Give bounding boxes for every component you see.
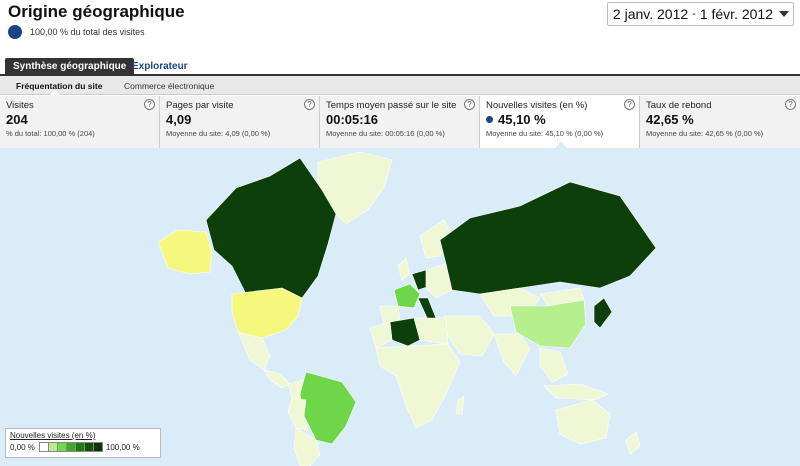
help-icon[interactable]: ? bbox=[144, 99, 155, 110]
world-map[interactable] bbox=[0, 148, 800, 466]
segment-summary-text: 100,00 % du total des visites bbox=[30, 27, 145, 37]
map-country-north-africa[interactable] bbox=[369, 321, 393, 349]
metric-label: Taux de rebond bbox=[646, 100, 712, 111]
metric-taux-de-rebond[interactable]: Taux de rebond 42,65 % Moyenne du site: … bbox=[640, 96, 800, 148]
map-country-australia[interactable] bbox=[555, 399, 611, 445]
help-icon[interactable]: ? bbox=[785, 99, 796, 110]
map-country-sub-saharan-africa[interactable] bbox=[375, 343, 461, 429]
metric-temps-moyen[interactable]: Temps moyen passé sur le site 00:05:16 M… bbox=[320, 96, 480, 148]
map-country-india[interactable] bbox=[493, 333, 531, 377]
help-icon[interactable]: ? bbox=[464, 99, 475, 110]
world-map-svg bbox=[157, 151, 657, 466]
metric-value: 45,10 % bbox=[498, 112, 546, 127]
map-country-canada[interactable] bbox=[205, 157, 337, 299]
view-tabs: Synthèse géographique Explorateur bbox=[0, 58, 800, 76]
map-country-brazil[interactable] bbox=[299, 371, 357, 445]
date-range-picker[interactable]: 2 janv. 2012 - 1 févr. 2012 bbox=[606, 2, 794, 26]
help-icon[interactable]: ? bbox=[304, 99, 315, 110]
map-country-russia[interactable] bbox=[439, 181, 657, 295]
chevron-down-icon[interactable] bbox=[779, 11, 789, 17]
map-country-uk[interactable] bbox=[397, 257, 411, 281]
map-country-new-zealand[interactable] bbox=[625, 431, 641, 455]
map-country-indonesia[interactable] bbox=[543, 383, 609, 401]
metric-value: 204 bbox=[6, 112, 28, 127]
map-legend: Nouvelles visites (en %) 0,00 % 100,00 % bbox=[5, 428, 161, 458]
map-country-southeast-asia[interactable] bbox=[539, 347, 569, 383]
map-country-italy[interactable] bbox=[417, 297, 437, 321]
metric-label: Temps moyen passé sur le site bbox=[326, 100, 457, 111]
map-country-usa[interactable] bbox=[231, 287, 303, 339]
date-range-end: 1 févr. 2012 bbox=[699, 6, 773, 22]
metric-label: Nouvelles visites (en %) bbox=[486, 100, 588, 111]
metric-label: Pages par visite bbox=[166, 100, 234, 111]
tab-synthese-geographique[interactable]: Synthèse géographique bbox=[5, 58, 135, 76]
tab-explorateur[interactable]: Explorateur bbox=[124, 58, 196, 76]
map-country-japan[interactable] bbox=[593, 297, 613, 329]
metric-site-average: Moyenne du site: 00:05:16 (0,00 %) bbox=[326, 129, 445, 138]
date-range-separator: - bbox=[692, 8, 696, 20]
legend-swatch-6 bbox=[92, 442, 103, 452]
legend-swatches bbox=[38, 442, 103, 452]
map-country-france[interactable] bbox=[393, 283, 421, 309]
metric-site-average: Moyenne du site: 45,10 % (0,00 %) bbox=[486, 129, 604, 138]
map-country-mexico[interactable] bbox=[237, 331, 271, 371]
legend-scale: 0,00 % 100,00 % bbox=[10, 442, 156, 452]
metric-value: 4,09 bbox=[166, 112, 192, 127]
legend-min-label: 0,00 % bbox=[10, 442, 35, 452]
date-range-start: 2 janv. 2012 bbox=[612, 6, 689, 22]
help-icon[interactable]: ? bbox=[624, 99, 635, 110]
legend-max-label: 100,00 % bbox=[105, 442, 140, 452]
map-country-madagascar[interactable] bbox=[455, 395, 465, 415]
metric-group-tabs: Fréquentation du site Commerce électroni… bbox=[0, 76, 800, 95]
metric-value-row: 45,10 % bbox=[486, 112, 633, 127]
selected-metric-pointer bbox=[555, 141, 567, 148]
metric-selector: Visites 204 % du total: 100,00 % (204) ?… bbox=[0, 96, 800, 148]
subtab-pointer bbox=[50, 90, 60, 95]
pie-chart-icon bbox=[8, 25, 22, 39]
series-dot-icon bbox=[486, 116, 493, 123]
metric-site-average: Moyenne du site: 42,65 % (0,00 %) bbox=[646, 129, 764, 138]
subtab-commerce[interactable]: Commerce électronique bbox=[124, 81, 214, 91]
segment-summary: 100,00 % du total des visites bbox=[8, 25, 145, 39]
metric-value: 00:05:16 bbox=[326, 112, 379, 127]
map-country-alaska[interactable] bbox=[157, 229, 213, 275]
metric-site-average: % du total: 100,00 % (204) bbox=[6, 129, 95, 138]
page-title: Origine géographique bbox=[8, 2, 185, 21]
metric-visites[interactable]: Visites 204 % du total: 100,00 % (204) ? bbox=[0, 96, 160, 148]
metric-site-average: Moyenne du site: 4,09 (0,00 %) bbox=[166, 129, 271, 138]
metric-value: 42,65 % bbox=[646, 112, 694, 127]
legend-title: Nouvelles visites (en %) bbox=[10, 431, 96, 440]
metric-label: Visites bbox=[6, 100, 34, 111]
map-country-central-america[interactable] bbox=[263, 369, 291, 389]
metric-pages-par-visite[interactable]: Pages par visite 4,09 Moyenne du site: 4… bbox=[160, 96, 320, 148]
